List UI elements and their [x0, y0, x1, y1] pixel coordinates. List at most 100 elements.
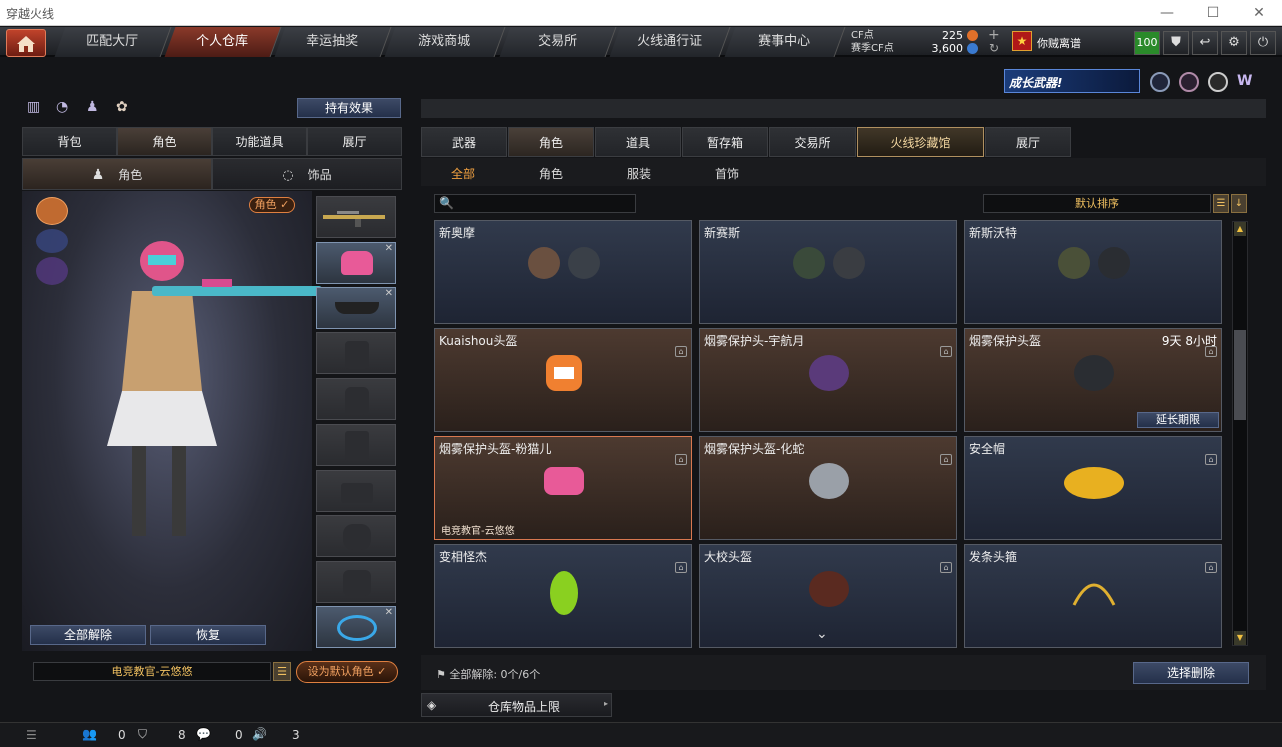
shield-icon[interactable]: ⛊: [1163, 31, 1189, 55]
badge-icon-1[interactable]: [1150, 72, 1170, 92]
item-card[interactable]: 大校头盔 ⌂: [699, 544, 957, 648]
sort-dropdown[interactable]: 默认排序: [983, 194, 1211, 213]
left-tab-1[interactable]: 角色: [117, 127, 212, 156]
gear-icon[interactable]: ⚙: [1221, 31, 1247, 55]
history-icon[interactable]: ◔: [56, 99, 74, 117]
filter-1[interactable]: 角色: [539, 165, 563, 182]
remove-glasses-icon[interactable]: ✕: [385, 288, 393, 299]
filter-0[interactable]: 全部: [451, 165, 475, 182]
speaker-icon[interactable]: 🔊: [252, 727, 267, 741]
restore-button[interactable]: 恢复: [150, 625, 266, 645]
slot-boots[interactable]: [316, 561, 396, 603]
left-tab-2[interactable]: 功能道具: [212, 127, 307, 156]
maximize-button[interactable]: ☐: [1190, 0, 1236, 26]
select-delete-button[interactable]: 选择删除: [1133, 662, 1249, 684]
extend-period-button[interactable]: 延长期限: [1137, 412, 1219, 428]
filter-2[interactable]: 服装: [627, 165, 651, 182]
item-card[interactable]: 安全帽 ⌂: [964, 436, 1222, 540]
power-icon[interactable]: ⏻: [1250, 31, 1276, 55]
vip-icon[interactable]: W: [1237, 73, 1257, 91]
right-tab-6[interactable]: 展厅: [985, 127, 1071, 157]
username[interactable]: 你贼离谱: [1037, 35, 1081, 51]
slot-glasses[interactable]: ✕: [316, 287, 396, 329]
badge-icon-3[interactable]: [1208, 72, 1228, 92]
scroll-up-icon[interactable]: ▲: [1234, 222, 1246, 236]
lock-icon: ⌂: [675, 346, 687, 357]
item-card[interactable]: 新奥摩: [434, 220, 692, 324]
item-card[interactable]: 新斯沃特: [964, 220, 1222, 324]
badge-icon-2[interactable]: [1179, 72, 1199, 92]
home-button[interactable]: [6, 29, 46, 57]
nav-tab-3[interactable]: 游戏商城: [384, 27, 506, 57]
item-card[interactable]: Kuaishou头盔 ⌂: [434, 328, 692, 432]
list-view-icon[interactable]: ☰: [1213, 194, 1229, 213]
left-tab-0[interactable]: 背包: [22, 127, 117, 156]
expand-chevron-icon[interactable]: ⌄: [816, 626, 828, 642]
lock-icon: ⌂: [940, 454, 952, 465]
effect-button[interactable]: 持有效果: [297, 98, 401, 118]
slot-weapon[interactable]: [316, 196, 396, 238]
nav-tab-6[interactable]: 赛事中心: [724, 27, 846, 57]
role-type-icon-3[interactable]: [36, 257, 68, 285]
item-card[interactable]: 烟雾保护头-宇航月 ⌂: [699, 328, 957, 432]
item-card[interactable]: 发条头箍 ⌂: [964, 544, 1222, 648]
remove-accessory-icon[interactable]: ✕: [385, 607, 393, 618]
back-icon[interactable]: ↩: [1192, 31, 1218, 55]
right-tab-5[interactable]: 火线珍藏馆: [857, 127, 984, 157]
chat-count: 0: [235, 728, 243, 742]
slot-helmet[interactable]: ✕: [316, 242, 396, 284]
character-preview[interactable]: 角色 ✓: [22, 191, 322, 651]
left-tab-3[interactable]: 展厅: [307, 127, 402, 156]
right-tab-0[interactable]: 武器: [421, 127, 507, 157]
right-tab-2[interactable]: 道具: [595, 127, 681, 157]
subtab-accessory[interactable]: ◌ 饰品: [212, 158, 402, 190]
scroll-thumb[interactable]: [1234, 330, 1246, 420]
pet-icon[interactable]: ✿: [116, 99, 134, 117]
slot-vest[interactable]: [316, 332, 396, 374]
sort-direction-icon[interactable]: ↓: [1231, 194, 1247, 213]
item-card[interactable]: 烟雾保护头盔-化蛇 ⌂: [699, 436, 957, 540]
right-tab-4[interactable]: 交易所: [769, 127, 856, 157]
nav-tab-0[interactable]: 匹配大厅: [54, 27, 172, 57]
scrollbar[interactable]: ▲ ▼: [1232, 221, 1248, 646]
item-card[interactable]: 烟雾保护头盔 ⌂ 9天 8小时 延长期限: [964, 328, 1222, 432]
nav-tab-5[interactable]: 火线通行证: [609, 27, 731, 57]
level-badge[interactable]: 100: [1134, 31, 1160, 55]
refresh-icon[interactable]: ↻: [989, 41, 999, 55]
item-card[interactable]: 新赛斯: [699, 220, 957, 324]
cf-points-value: 225: [942, 29, 963, 42]
growth-weapon-banner[interactable]: 成长武器!: [1004, 69, 1140, 93]
unequip-all-button[interactable]: 全部解除: [30, 625, 146, 645]
nav-tab-label: 赛事中心: [758, 34, 811, 49]
slot-body[interactable]: [316, 424, 396, 466]
nav-tab-2[interactable]: 幸运抽奖: [274, 27, 392, 57]
role-type-icon-1[interactable]: [36, 197, 68, 225]
slot-gloves[interactable]: [316, 515, 396, 557]
role-type-icon-2[interactable]: [36, 229, 68, 253]
character-icon[interactable]: ♟: [86, 99, 104, 117]
remove-helmet-icon[interactable]: ✕: [385, 243, 393, 254]
nav-tab-4[interactable]: 交易所: [499, 27, 617, 57]
nav-tab-1[interactable]: 个人仓库: [164, 27, 282, 57]
stats-icon[interactable]: ▥: [27, 99, 45, 117]
close-button[interactable]: ✕: [1236, 0, 1282, 26]
item-card[interactable]: 变相怪杰 ⌂: [434, 544, 692, 648]
filter-3[interactable]: 首饰: [715, 165, 739, 182]
scroll-down-icon[interactable]: ▼: [1234, 631, 1246, 645]
slot-accessory[interactable]: ✕: [316, 606, 396, 648]
set-default-role-button[interactable]: 设为默认角色 ✓: [296, 661, 398, 683]
menu-icon[interactable]: ☰: [26, 728, 37, 742]
chat-icon[interactable]: 💬: [196, 727, 211, 741]
right-tab-1[interactable]: 角色: [508, 127, 594, 157]
minimize-button[interactable]: —: [1144, 0, 1190, 26]
item-card[interactable]: 烟雾保护头盔-粉猫儿 ⌂ 电竞教官-云悠悠: [434, 436, 692, 540]
lock-icon: ⌂: [675, 562, 687, 573]
slot-backpack[interactable]: [316, 378, 396, 420]
right-tab-3[interactable]: 暂存箱: [682, 127, 768, 157]
role-list-icon[interactable]: ☰: [273, 662, 291, 681]
subtab-role[interactable]: ♟ 角色: [22, 158, 212, 190]
nav-tab-label: 交易所: [538, 34, 578, 49]
search-input[interactable]: 🔍: [434, 194, 636, 213]
slot-belt[interactable]: [316, 470, 396, 512]
storage-limit-panel[interactable]: ◈ 仓库物品上限 ▸: [421, 693, 612, 717]
